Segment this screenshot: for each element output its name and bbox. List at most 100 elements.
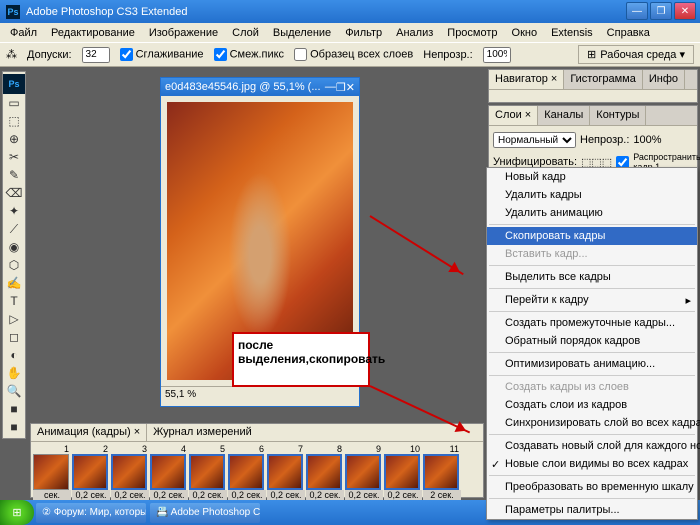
tool-0[interactable]: ▭ bbox=[3, 94, 25, 112]
menu-item[interactable]: Удалить кадры bbox=[487, 186, 697, 204]
menu-справка[interactable]: Справка bbox=[601, 25, 656, 41]
tool-14[interactable]: ◐ bbox=[3, 346, 25, 364]
wand-icon: ⁂ bbox=[6, 48, 17, 61]
maximize-button[interactable]: ❐ bbox=[650, 2, 672, 20]
all-layers-check[interactable]: Образец всех слоев bbox=[294, 48, 413, 61]
menu-редактирование[interactable]: Редактирование bbox=[45, 25, 141, 41]
menu-item[interactable]: Создавать новый слой для каждого нового … bbox=[487, 437, 697, 455]
menu-item: Вставить кадр... bbox=[487, 245, 697, 263]
animation-frame[interactable]: 70,2 сек. bbox=[267, 444, 305, 500]
blend-mode-select[interactable]: Нормальный bbox=[493, 132, 576, 148]
menu-item: Создать кадры из слоев bbox=[487, 378, 697, 396]
animation-frame[interactable]: 30,2 сек. bbox=[111, 444, 149, 500]
tool-13[interactable]: ◻ bbox=[3, 328, 25, 346]
tool-15[interactable]: ✋ bbox=[3, 364, 25, 382]
tool-1[interactable]: ⬚ bbox=[3, 112, 25, 130]
antialias-check[interactable]: Сглаживание bbox=[120, 48, 204, 61]
menu-фильтр[interactable]: Фильтр bbox=[339, 25, 388, 41]
tool-17[interactable]: ■ bbox=[3, 400, 25, 418]
tab[interactable]: Навигатор × bbox=[489, 70, 564, 89]
menu-окно[interactable]: Окно bbox=[506, 25, 544, 41]
animation-frame[interactable]: 20,2 сек. bbox=[72, 444, 110, 500]
tool-10[interactable]: ✍ bbox=[3, 274, 25, 292]
context-menu: Новый кадрУдалить кадрыУдалить анимацию С… bbox=[486, 167, 698, 520]
navigator-panel: Навигатор ×ГистограммаИнфо bbox=[488, 69, 698, 103]
app-title: Adobe Photoshop CS3 Extended bbox=[26, 6, 187, 18]
doc-max-icon[interactable]: ❐ bbox=[336, 81, 346, 94]
animation-frame[interactable]: 90,2 сек. bbox=[345, 444, 383, 500]
animation-frame[interactable]: 100,2 сек. bbox=[384, 444, 422, 500]
minimize-button[interactable]: — bbox=[626, 2, 648, 20]
doc-min-icon[interactable]: — bbox=[325, 81, 336, 93]
tool-9[interactable]: ⬡ bbox=[3, 256, 25, 274]
tool-4[interactable]: ✎ bbox=[3, 166, 25, 184]
taskbar-item[interactable]: 📇 Adobe Photoshop CS... bbox=[150, 503, 260, 523]
menu-item[interactable]: Преобразовать во временную шкалу bbox=[487, 478, 697, 496]
menu-item[interactable]: Выделить все кадры bbox=[487, 268, 697, 286]
tab[interactable]: Анимация (кадры) × bbox=[31, 424, 147, 441]
workspace-button[interactable]: ⊞Рабочая среда ▾ bbox=[578, 45, 694, 64]
tab[interactable]: Журнал измерений bbox=[147, 424, 258, 441]
app-icon: Ps bbox=[6, 5, 20, 19]
menu-item[interactable]: Обратный порядок кадров bbox=[487, 332, 697, 350]
animation-frame[interactable]: 40,2 сек. bbox=[150, 444, 188, 500]
animation-frame[interactable]: 60,2 сек. bbox=[228, 444, 266, 500]
annotation-box: после выделения,скопировать bbox=[232, 332, 370, 387]
menu-изображение[interactable]: Изображение bbox=[143, 25, 224, 41]
tab[interactable]: Слои × bbox=[489, 106, 538, 125]
tab[interactable]: Гистограмма bbox=[564, 70, 643, 89]
menu-bar: ФайлРедактированиеИзображениеСлойВыделен… bbox=[0, 23, 700, 42]
menu-item[interactable]: Параметры палитры... bbox=[487, 501, 697, 519]
tool-2[interactable]: ⊕ bbox=[3, 130, 25, 148]
menu-item[interactable]: Перейти к кадру bbox=[487, 291, 697, 309]
taskbar-item[interactable]: ② Форум: Мир, которы... bbox=[36, 503, 146, 523]
canvas-zoom: 55,1 % bbox=[161, 386, 359, 404]
document-titlebar[interactable]: e0d483e45546.jpg @ 55,1% (... — ❐ ✕ bbox=[161, 78, 359, 96]
ps-logo: Ps bbox=[3, 74, 25, 94]
tool-7[interactable]: ⟋ bbox=[3, 220, 25, 238]
animation-frame[interactable]: 50,2 сек. bbox=[189, 444, 227, 500]
tab[interactable]: Каналы bbox=[538, 106, 590, 125]
start-button[interactable]: ⊞ bbox=[0, 500, 34, 525]
menu-item[interactable]: Новые слои видимы во всех кадрах bbox=[487, 455, 697, 473]
menu-extensis[interactable]: Extensis bbox=[545, 25, 599, 41]
options-bar: ⁂ Допуски: Сглаживание Смеж.пикс Образец… bbox=[0, 42, 700, 67]
close-button[interactable]: ✕ bbox=[674, 2, 696, 20]
tool-16[interactable]: 🔍 bbox=[3, 382, 25, 400]
tool-6[interactable]: ✦ bbox=[3, 202, 25, 220]
workspace: Ps ▭⬚⊕✂✎⌫✦⟋◉⬡✍T▷◻◐✋🔍■■ e0d483e45546.jpg … bbox=[0, 67, 700, 500]
tolerance-label: Допуски: bbox=[27, 49, 72, 61]
menu-item[interactable]: Новый кадр bbox=[487, 168, 697, 186]
menu-item[interactable]: Создать промежуточные кадры... bbox=[487, 314, 697, 332]
animation-frame[interactable]: 80,2 сек. bbox=[306, 444, 344, 500]
menu-слой[interactable]: Слой bbox=[226, 25, 265, 41]
menu-просмотр[interactable]: Просмотр bbox=[441, 25, 503, 41]
tolerance-input[interactable] bbox=[82, 47, 110, 63]
menu-item[interactable]: Оптимизировать анимацию... bbox=[487, 355, 697, 373]
tool-18[interactable]: ■ bbox=[3, 418, 25, 436]
doc-close-icon[interactable]: ✕ bbox=[346, 81, 355, 94]
menu-item[interactable]: Синхронизировать слой во всех кадрах... bbox=[487, 414, 697, 432]
animation-frame[interactable]: 1сек. bbox=[33, 444, 71, 500]
animation-panel: Анимация (кадры) ×Журнал измерений 1сек.… bbox=[30, 423, 484, 498]
tab[interactable]: Инфо bbox=[643, 70, 685, 89]
contiguous-check[interactable]: Смеж.пикс bbox=[214, 48, 285, 61]
tool-8[interactable]: ◉ bbox=[3, 238, 25, 256]
tab[interactable]: Контуры bbox=[590, 106, 646, 125]
menu-анализ[interactable]: Анализ bbox=[390, 25, 439, 41]
menu-выделение[interactable]: Выделение bbox=[267, 25, 337, 41]
toolbox: Ps ▭⬚⊕✂✎⌫✦⟋◉⬡✍T▷◻◐✋🔍■■ bbox=[2, 71, 26, 439]
tool-11[interactable]: T bbox=[3, 292, 25, 310]
arrow-icon bbox=[369, 215, 463, 275]
menu-item[interactable]: Скопировать кадры bbox=[487, 227, 697, 245]
opacity-input[interactable] bbox=[483, 47, 511, 63]
menu-файл[interactable]: Файл bbox=[4, 25, 43, 41]
opacity-label: Непрозр.: bbox=[423, 49, 472, 61]
menu-item[interactable]: Создать слои из кадров bbox=[487, 396, 697, 414]
tool-5[interactable]: ⌫ bbox=[3, 184, 25, 202]
menu-item[interactable]: Удалить анимацию bbox=[487, 204, 697, 222]
title-bar: Ps Adobe Photoshop CS3 Extended — ❐ ✕ bbox=[0, 0, 700, 23]
tool-12[interactable]: ▷ bbox=[3, 310, 25, 328]
animation-frame[interactable]: 112 сек. bbox=[423, 444, 461, 500]
tool-3[interactable]: ✂ bbox=[3, 148, 25, 166]
